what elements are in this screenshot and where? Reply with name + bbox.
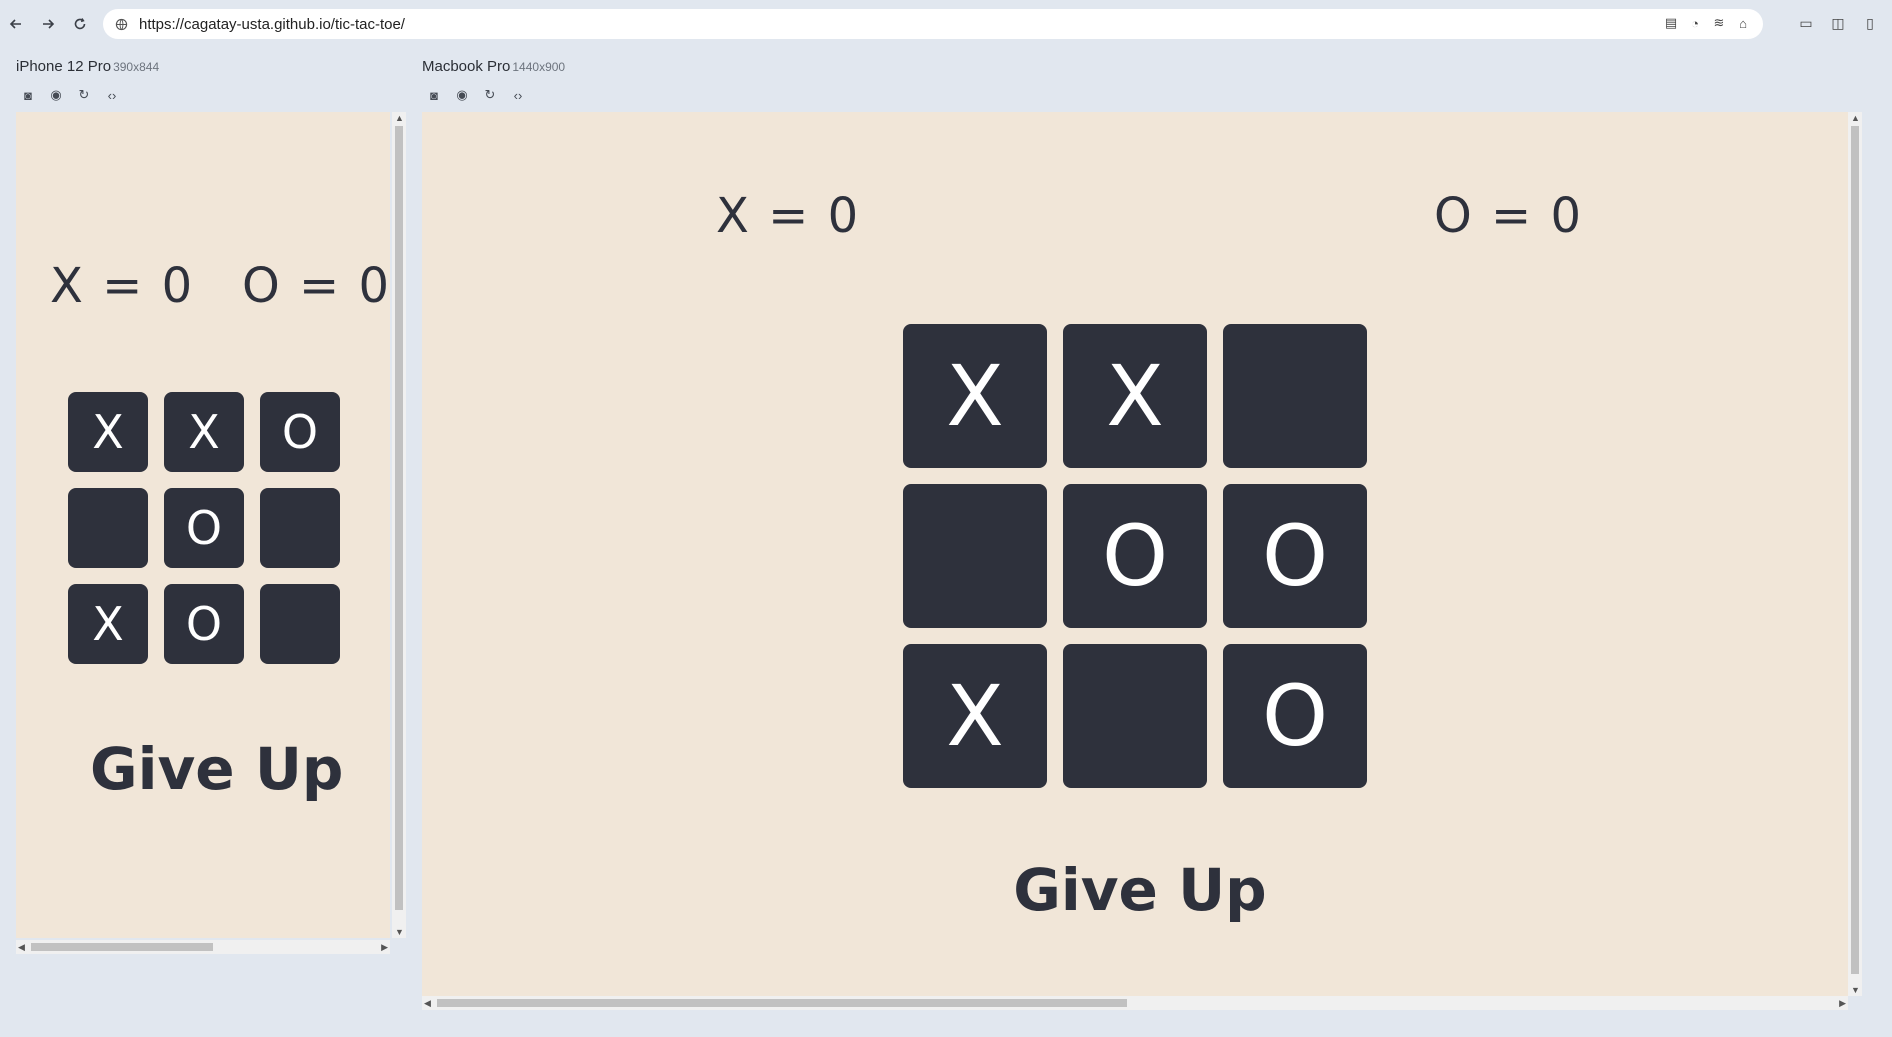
give-up-button[interactable]: Give Up <box>1010 856 1270 924</box>
cell-mark: X <box>1106 347 1164 445</box>
document-icon[interactable]: ▯ <box>1860 12 1880 34</box>
cell-mark: O <box>1261 507 1329 605</box>
cell-mark: O <box>1101 507 1169 605</box>
camera-icon[interactable]: ◉ <box>453 86 471 104</box>
score-x: X = 0 <box>716 188 861 244</box>
device-dimensions: 1440x900 <box>512 60 566 74</box>
board-cell-1-2[interactable]: X <box>1063 324 1207 468</box>
cell-mark: X <box>946 347 1004 445</box>
screenshot-icon[interactable]: ◙ <box>425 86 443 104</box>
url-text[interactable]: https://cagatay-usta.github.io/tic-tac-t… <box>139 16 405 33</box>
code-icon[interactable]: ‹› <box>103 86 121 104</box>
cell-mark: O <box>185 597 223 651</box>
cell-mark: X <box>188 405 220 459</box>
cell-mark: X <box>92 405 124 459</box>
board-cell-1-1[interactable]: X <box>68 392 148 472</box>
board-cell-3-1[interactable]: X <box>68 584 148 664</box>
board-cell-3-3[interactable] <box>260 584 340 664</box>
cell-mark: O <box>185 501 223 555</box>
cell-mark: O <box>1261 667 1329 765</box>
device-title-iphone: iPhone 12 Pro 390x844 <box>16 58 159 75</box>
wifi-icon[interactable]: ≋ <box>1711 14 1727 32</box>
device-tools-iphone: ◙ ◉ ↻ ‹› <box>19 86 121 104</box>
board-cell-1-3[interactable] <box>1223 324 1367 468</box>
board-cell-2-1[interactable] <box>68 488 148 568</box>
board-cell-1-3[interactable]: O <box>260 392 340 472</box>
devices-icon[interactable]: ▭ <box>1796 12 1816 34</box>
code-icon[interactable]: ‹› <box>509 86 527 104</box>
vertical-scrollbar[interactable]: ▲ ▼ <box>392 112 406 938</box>
viewport-macbook: X = 0 O = 0 XXOOXO Give Up <box>422 112 1848 996</box>
board-cell-3-2[interactable]: O <box>164 584 244 664</box>
globe-icon <box>113 16 129 32</box>
board-cell-2-2[interactable]: O <box>164 488 244 568</box>
board-cell-2-3[interactable]: O <box>1223 484 1367 628</box>
browser-toolbar: https://cagatay-usta.github.io/tic-tac-t… <box>0 0 1892 48</box>
board-cell-2-2[interactable]: O <box>1063 484 1207 628</box>
cookie-icon[interactable]: ◔ <box>1687 14 1703 32</box>
cell-mark: X <box>946 667 1004 765</box>
cell-mark: O <box>281 405 319 459</box>
viewport-iphone: X = 0 O = 0 XXOOXO Give Up <box>16 112 390 938</box>
device-name: Macbook Pro <box>422 58 511 75</box>
camera-icon[interactable]: ◉ <box>47 86 65 104</box>
board-cell-2-3[interactable] <box>260 488 340 568</box>
score-o: O = 0 <box>242 258 390 314</box>
cell-mark: X <box>92 597 124 651</box>
score-x: X = 0 <box>50 258 195 314</box>
home-icon[interactable]: ⌂ <box>1735 14 1751 32</box>
rotate-icon[interactable]: ↻ <box>75 86 93 104</box>
back-icon[interactable] <box>4 12 28 36</box>
board-cell-3-3[interactable]: O <box>1223 644 1367 788</box>
reload-icon[interactable] <box>68 12 92 36</box>
forward-icon[interactable] <box>36 12 60 36</box>
board-cell-2-1[interactable] <box>903 484 1047 628</box>
device-name: iPhone 12 Pro <box>16 58 112 75</box>
horizontal-scrollbar[interactable]: ◀ ▶ <box>16 940 390 954</box>
board-cell-3-2[interactable] <box>1063 644 1207 788</box>
screenshot-icon[interactable]: ◫ <box>1828 12 1848 34</box>
vertical-scrollbar[interactable]: ▲ ▼ <box>1848 112 1862 996</box>
rotate-icon[interactable]: ↻ <box>481 86 499 104</box>
give-up-button[interactable]: Give Up <box>90 735 343 803</box>
score-o: O = 0 <box>1434 188 1584 244</box>
board-cell-1-1[interactable]: X <box>903 324 1047 468</box>
device-title-macbook: Macbook Pro 1440x900 <box>422 58 565 75</box>
address-bar[interactable]: https://cagatay-usta.github.io/tic-tac-t… <box>103 9 1763 39</box>
board-cell-1-2[interactable]: X <box>164 392 244 472</box>
screenshot-icon[interactable]: ◙ <box>19 86 37 104</box>
board-cell-3-1[interactable]: X <box>903 644 1047 788</box>
device-dimensions: 390x844 <box>113 60 160 74</box>
database-icon[interactable]: ▤ <box>1663 14 1679 32</box>
device-tools-macbook: ◙ ◉ ↻ ‹› <box>425 86 527 104</box>
horizontal-scrollbar[interactable]: ◀ ▶ <box>422 996 1848 1010</box>
